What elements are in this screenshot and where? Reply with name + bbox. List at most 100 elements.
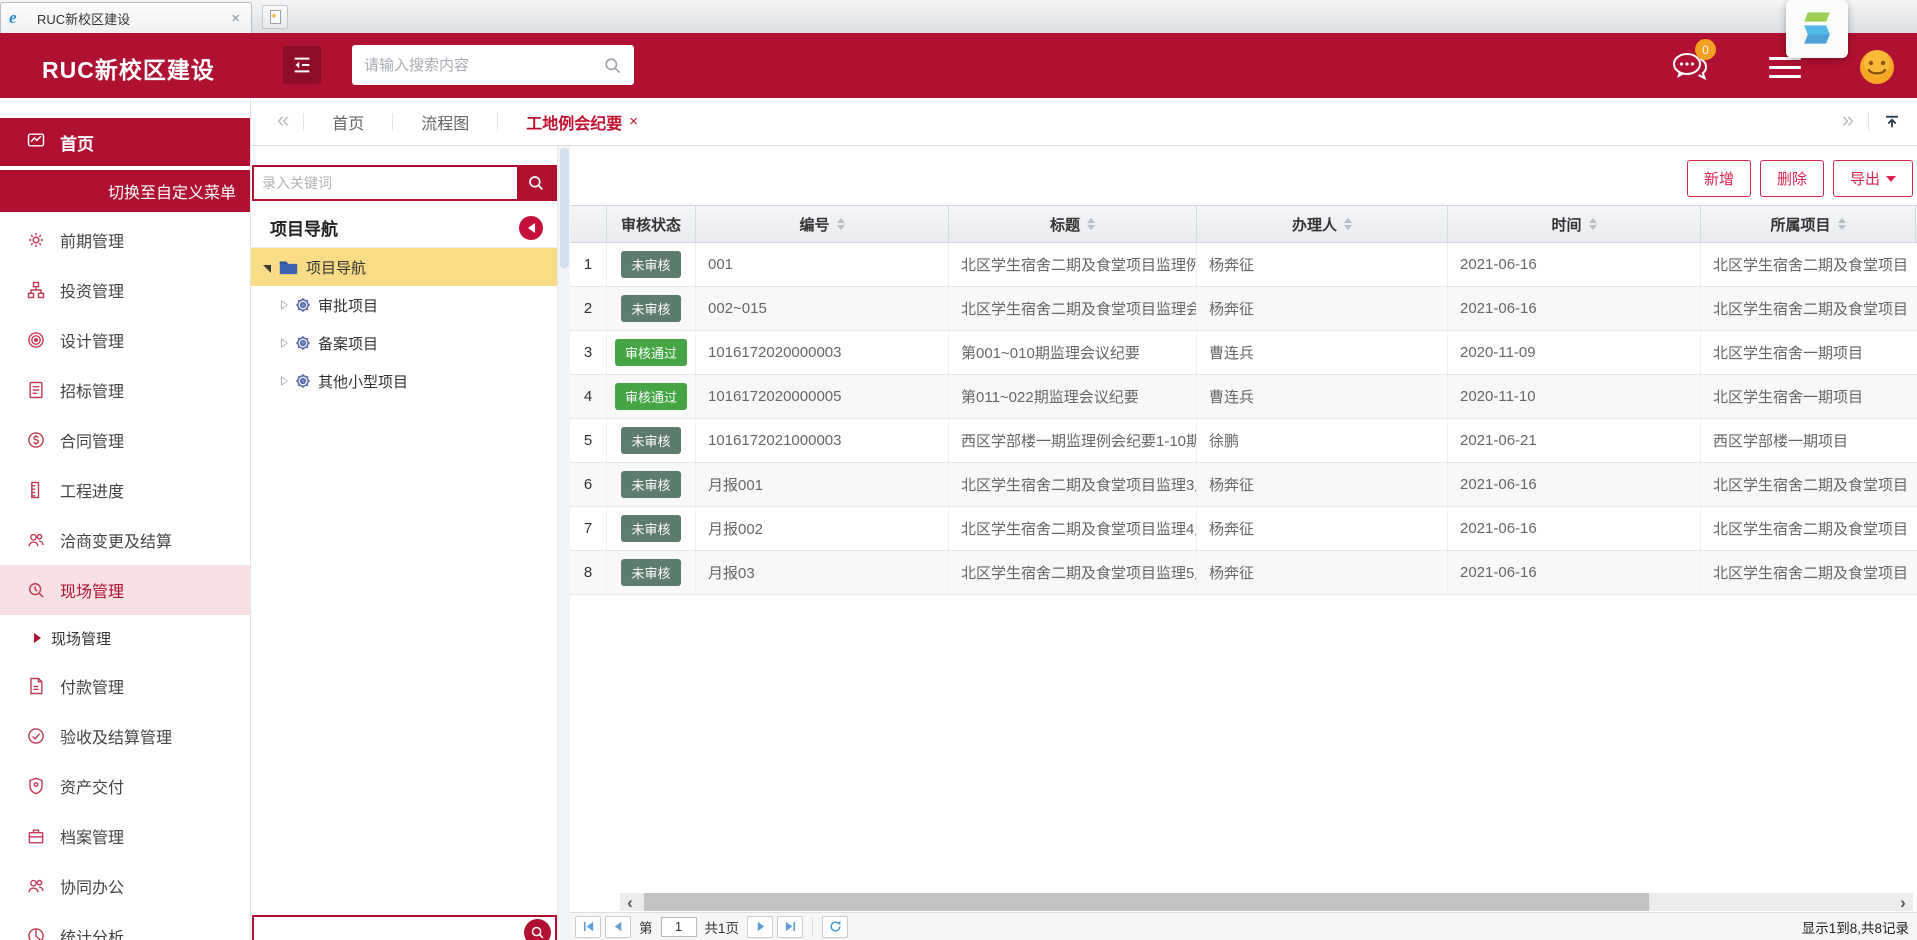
cell-handler: 杨奔征 <box>1197 551 1448 594</box>
prev-page-button[interactable] <box>605 916 631 938</box>
tab-2[interactable]: 工地例会纪要 × <box>498 110 666 134</box>
sidebar-item-menu-3[interactable]: 投资管理 <box>0 265 250 315</box>
page-prefix-label: 第 <box>639 917 653 937</box>
sidebar-item-menu-15[interactable]: 协同办公 <box>0 861 250 911</box>
tab-bar: « 首页 流程图 工地例会纪要 × » <box>251 98 1917 146</box>
sidebar-item-menu-10[interactable]: 现场管理 <box>0 615 250 661</box>
table-row[interactable]: 6未审核月报001北区学生宿舍二期及食堂项目监理3月报杨奔征2021-06-16… <box>570 463 1917 507</box>
sort-icon <box>837 218 845 230</box>
row-number: 3 <box>570 331 607 374</box>
cell-handler: 杨奔征 <box>1197 287 1448 330</box>
sidebar-item-menu-2[interactable]: 前期管理 <box>0 215 250 265</box>
cell-code: 1016172021000003 <box>696 419 949 462</box>
sidebar-item-label: 投资管理 <box>60 278 124 302</box>
payment-icon <box>26 676 46 696</box>
horizontal-scrollbar[interactable]: ‹ › <box>620 893 1913 911</box>
caret-expanded-icon[interactable] <box>263 265 271 273</box>
table-row[interactable]: 8未审核月报03北区学生宿舍二期及食堂项目监理5月报杨奔征2021-06-16北… <box>570 551 1917 595</box>
tree-node-1[interactable]: 备案项目 <box>251 324 557 362</box>
sidebar-item-switch-menu[interactable]: 切换至自定义菜单 <box>0 170 250 212</box>
scrollbar-thumb[interactable] <box>644 893 1649 911</box>
capture-tool-icon <box>1795 7 1839 51</box>
cell-code: 月报002 <box>696 507 949 550</box>
caret-collapsed-icon[interactable] <box>281 338 288 348</box>
tree-node-root[interactable]: 项目导航 <box>251 248 557 286</box>
tab-1[interactable]: 流程图 <box>393 110 497 134</box>
tree-keyword-input-bottom[interactable] <box>254 924 524 940</box>
panel-collapse-button[interactable] <box>519 216 543 240</box>
ie-icon: e <box>9 9 27 27</box>
delete-button[interactable]: 删除 <box>1760 160 1824 197</box>
scroll-left-icon[interactable]: ‹ <box>620 893 640 911</box>
people-icon <box>26 530 46 550</box>
status-badge: 审核通过 <box>615 339 687 366</box>
column-header-2[interactable]: 编号 <box>696 206 949 242</box>
sidebar-item-menu-16[interactable]: 统计分析 <box>0 911 250 940</box>
next-page-button[interactable] <box>747 916 773 938</box>
sidebar-item-menu-6[interactable]: 合同管理 <box>0 415 250 465</box>
sidebar-item-label: 付款管理 <box>60 674 124 698</box>
cell-title: 西区学部楼一期监理例会纪要1-10期 <box>949 419 1197 462</box>
sidebar-item-menu-9[interactable]: 现场管理 <box>0 565 250 615</box>
table-row[interactable]: 5未审核1016172021000003西区学部楼一期监理例会纪要1-10期徐鹏… <box>570 419 1917 463</box>
tree-node-2[interactable]: 其他小型项目 <box>251 362 557 400</box>
column-header-3[interactable]: 标题 <box>949 206 1197 242</box>
last-page-button[interactable] <box>777 916 803 938</box>
first-page-button[interactable] <box>575 916 601 938</box>
tabs-scroll-left-icon[interactable]: « <box>251 107 303 136</box>
search-icon[interactable] <box>603 56 622 75</box>
sidebar-item-menu-11[interactable]: 付款管理 <box>0 661 250 711</box>
browser-tab[interactable]: e RUC新校区建设 × <box>0 2 252 33</box>
sidebar-collapse-button[interactable] <box>283 46 321 84</box>
browser-tab-close-icon[interactable]: × <box>228 10 243 27</box>
user-avatar[interactable] <box>1855 45 1899 89</box>
vertical-scrollbar[interactable] <box>557 146 570 940</box>
table-row[interactable]: 3审核通过1016172020000003第001~010期监理会议纪要曹连兵2… <box>570 331 1917 375</box>
tabs-scroll-right-icon[interactable]: » <box>1842 107 1854 136</box>
gear-icon <box>294 296 312 314</box>
caret-collapsed-icon[interactable] <box>281 376 288 386</box>
tab-0[interactable]: 首页 <box>304 110 392 134</box>
global-search-input[interactable] <box>364 57 603 74</box>
sidebar-item-label: 合同管理 <box>60 428 124 452</box>
tab-label: 首页 <box>332 110 364 134</box>
column-header-4[interactable]: 办理人 <box>1197 206 1448 242</box>
tree-node-0[interactable]: 审批项目 <box>251 286 557 324</box>
collapse-tabs-icon[interactable] <box>1883 113 1901 131</box>
screenshot-widget[interactable] <box>1786 0 1848 58</box>
sidebar-item-menu-12[interactable]: 验收及结算管理 <box>0 711 250 761</box>
caret-collapsed-icon[interactable] <box>281 300 288 310</box>
sidebar-item-menu-5[interactable]: 招标管理 <box>0 365 250 415</box>
sidebar-item-label: 洽商变更及结算 <box>60 528 172 552</box>
sidebar-item-menu-13[interactable]: 资产交付 <box>0 761 250 811</box>
add-button[interactable]: 新增 <box>1687 160 1751 197</box>
table-row[interactable]: 4审核通过1016172020000005第011~022期监理会议纪要曹连兵2… <box>570 375 1917 419</box>
row-number: 8 <box>570 551 607 594</box>
sidebar-item-menu-0[interactable]: 首页 <box>0 118 250 166</box>
sidebar-item-menu-8[interactable]: 洽商变更及结算 <box>0 515 250 565</box>
table-row[interactable]: 2未审核002~015北区学生宿舍二期及食堂项目监理会议纪要杨奔征2021-06… <box>570 287 1917 331</box>
refresh-button[interactable] <box>822 916 848 938</box>
sidebar-item-menu-4[interactable]: 设计管理 <box>0 315 250 365</box>
tree-search-button[interactable] <box>517 167 555 199</box>
sort-icon <box>1589 218 1597 230</box>
messages-button[interactable]: 0 <box>1668 45 1712 89</box>
tab-label: 工地例会纪要 <box>526 110 622 134</box>
sidebar-item-label: 档案管理 <box>60 824 124 848</box>
scrollbar-thumb[interactable] <box>560 148 569 268</box>
scroll-right-icon[interactable]: › <box>1893 893 1913 911</box>
gear-icon <box>26 230 46 250</box>
page-number-input[interactable] <box>661 917 697 937</box>
tab-close-icon[interactable]: × <box>629 113 638 130</box>
sidebar-item-menu-7[interactable]: 工程进度 <box>0 465 250 515</box>
column-header-5[interactable]: 时间 <box>1448 206 1701 242</box>
table-row[interactable]: 7未审核月报002北区学生宿舍二期及食堂项目监理4月报杨奔征2021-06-16… <box>570 507 1917 551</box>
tree-keyword-input[interactable] <box>254 167 517 199</box>
tree-panel-title: 项目导航 <box>270 215 338 240</box>
table-row[interactable]: 1未审核001北区学生宿舍二期及食堂项目监理例会纪要杨奔征2021-06-16北… <box>570 243 1917 287</box>
export-button[interactable]: 导出 <box>1833 160 1913 197</box>
column-header-6[interactable]: 所属项目 <box>1701 206 1916 242</box>
tree-search-button-bottom[interactable] <box>524 919 551 940</box>
sidebar-item-menu-14[interactable]: 档案管理 <box>0 811 250 861</box>
new-tab-button[interactable]: ✦ <box>262 5 288 29</box>
